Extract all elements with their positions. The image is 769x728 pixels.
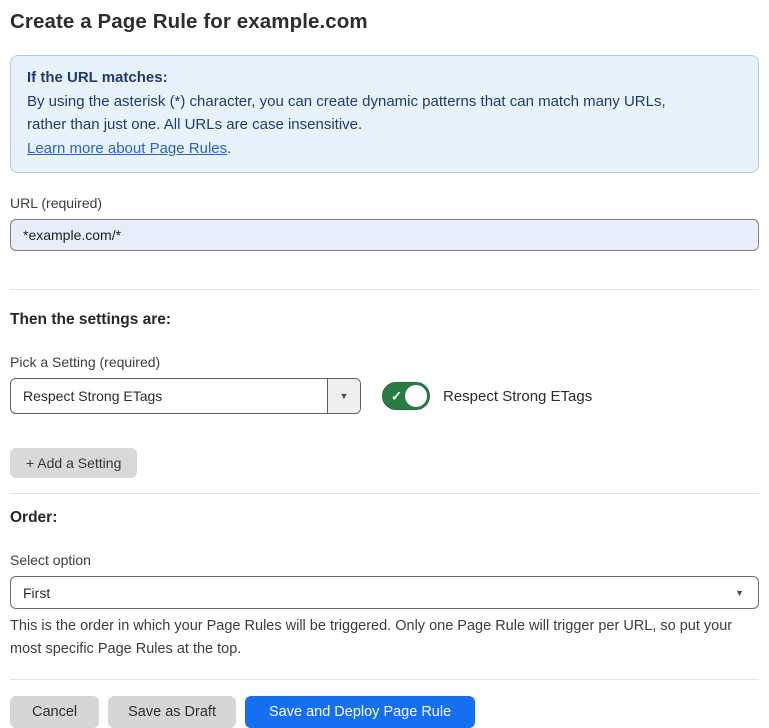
toggle-knob bbox=[405, 385, 427, 407]
save-and-deploy-button[interactable]: Save and Deploy Page Rule bbox=[245, 696, 475, 728]
learn-more-link[interactable]: Learn more about Page Rules bbox=[27, 140, 227, 157]
order-select-value: First bbox=[23, 585, 735, 601]
order-select[interactable]: First ▼ bbox=[10, 576, 759, 609]
order-help-text: This is the order in which your Page Rul… bbox=[10, 615, 759, 660]
info-box-body: By using the asterisk (*) character, you… bbox=[27, 90, 742, 137]
setting-toggle-label: Respect Strong ETags bbox=[443, 388, 592, 405]
link-period: . bbox=[227, 140, 231, 157]
setting-select-arrow-button[interactable]: ▼ bbox=[327, 379, 360, 413]
info-link-line: Learn more about Page Rules. bbox=[27, 137, 742, 161]
info-body-line2: rather than just one. All URLs are case … bbox=[27, 116, 362, 133]
section-divider bbox=[10, 493, 759, 494]
save-as-draft-button[interactable]: Save as Draft bbox=[108, 696, 236, 728]
order-section-heading: Order: bbox=[10, 509, 759, 527]
setting-select-value: Respect Strong ETags bbox=[11, 379, 327, 413]
order-select-label: Select option bbox=[10, 552, 759, 568]
info-box-heading: If the URL matches: bbox=[27, 66, 742, 90]
page-title: Create a Page Rule for example.com bbox=[10, 9, 759, 34]
page-rule-form: Create a Page Rule for example.com If th… bbox=[0, 9, 769, 728]
url-input[interactable] bbox=[10, 219, 759, 251]
setting-row: Respect Strong ETags ▼ ✓ Respect Strong … bbox=[10, 378, 759, 414]
footer-actions: Cancel Save as Draft Save and Deploy Pag… bbox=[10, 696, 759, 728]
url-field-label: URL (required) bbox=[10, 195, 759, 211]
add-setting-button[interactable]: + Add a Setting bbox=[10, 448, 137, 478]
setting-toggle[interactable]: ✓ bbox=[382, 382, 430, 410]
check-icon: ✓ bbox=[391, 390, 402, 403]
settings-section-heading: Then the settings are: bbox=[10, 311, 759, 329]
chevron-down-icon: ▼ bbox=[340, 391, 349, 401]
footer-divider bbox=[10, 679, 759, 680]
setting-picker-label: Pick a Setting (required) bbox=[10, 354, 759, 370]
section-divider bbox=[10, 289, 759, 290]
setting-select[interactable]: Respect Strong ETags ▼ bbox=[10, 378, 361, 414]
cancel-button[interactable]: Cancel bbox=[10, 696, 99, 728]
url-match-info-box: If the URL matches: By using the asteris… bbox=[10, 55, 759, 173]
info-body-line1: By using the asterisk (*) character, you… bbox=[27, 93, 666, 110]
chevron-down-icon: ▼ bbox=[735, 588, 744, 598]
